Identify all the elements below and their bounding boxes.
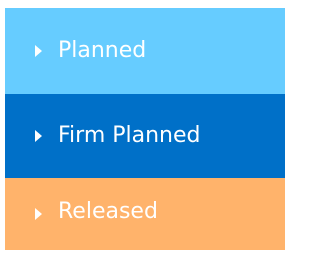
- status-panel: Planned Firm Planned Released: [0, 0, 291, 254]
- status-row-released[interactable]: Released: [5, 178, 285, 250]
- chevron-right-icon: [35, 208, 42, 220]
- status-label-firm-planned: Firm Planned: [58, 123, 201, 148]
- status-row-planned[interactable]: Planned: [5, 8, 285, 94]
- chevron-right-icon: [35, 45, 42, 57]
- chevron-right-icon: [35, 130, 42, 142]
- status-row-firm-planned[interactable]: Firm Planned: [5, 94, 285, 178]
- status-label-planned: Planned: [58, 38, 147, 63]
- status-label-released: Released: [58, 199, 158, 224]
